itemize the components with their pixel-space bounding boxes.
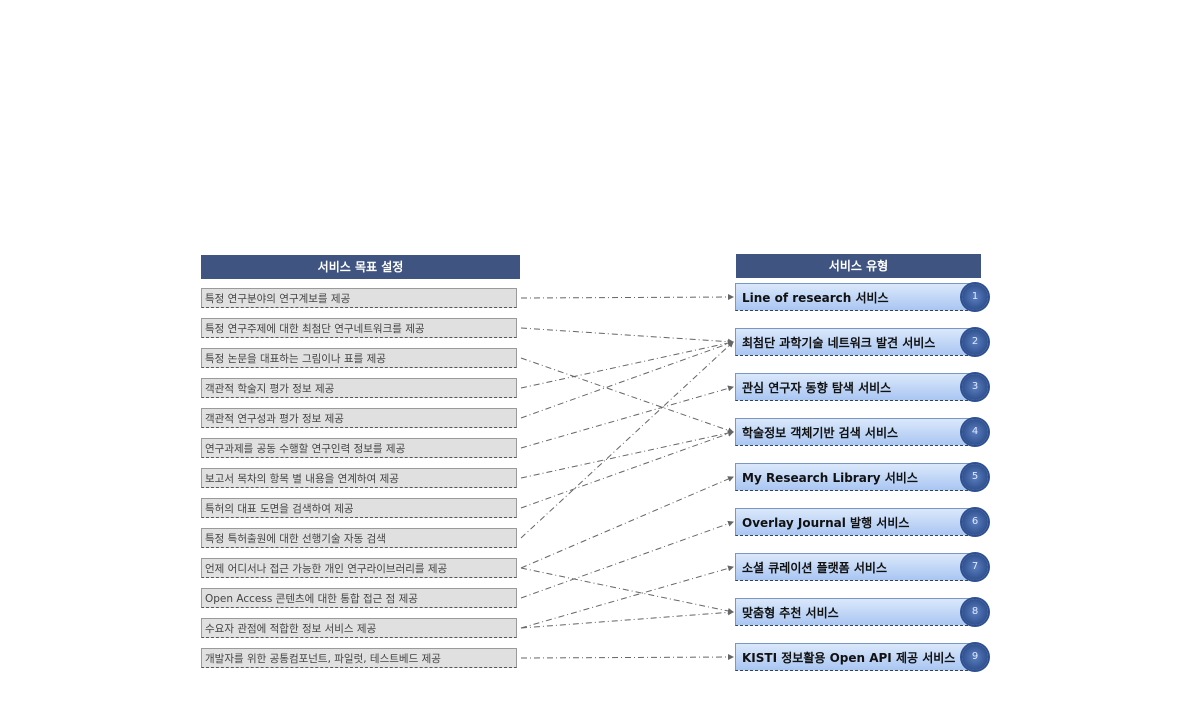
connection-arrow [520, 294, 734, 301]
connection-arrow [520, 341, 734, 539]
connection-arrow [520, 340, 734, 419]
connection-arrow [520, 430, 734, 479]
connection-arrow [520, 567, 734, 614]
connection-arrow [520, 654, 734, 661]
connection-arrow [520, 565, 734, 629]
connection-arrow [520, 520, 734, 599]
connection-arrow [520, 340, 734, 389]
connection-arrow [520, 609, 734, 629]
connection-arrow [520, 327, 734, 345]
connection-lines [520, 294, 734, 661]
connection-arrow [520, 430, 734, 509]
connection-arrow [520, 357, 734, 434]
connection-arrow [520, 476, 734, 569]
